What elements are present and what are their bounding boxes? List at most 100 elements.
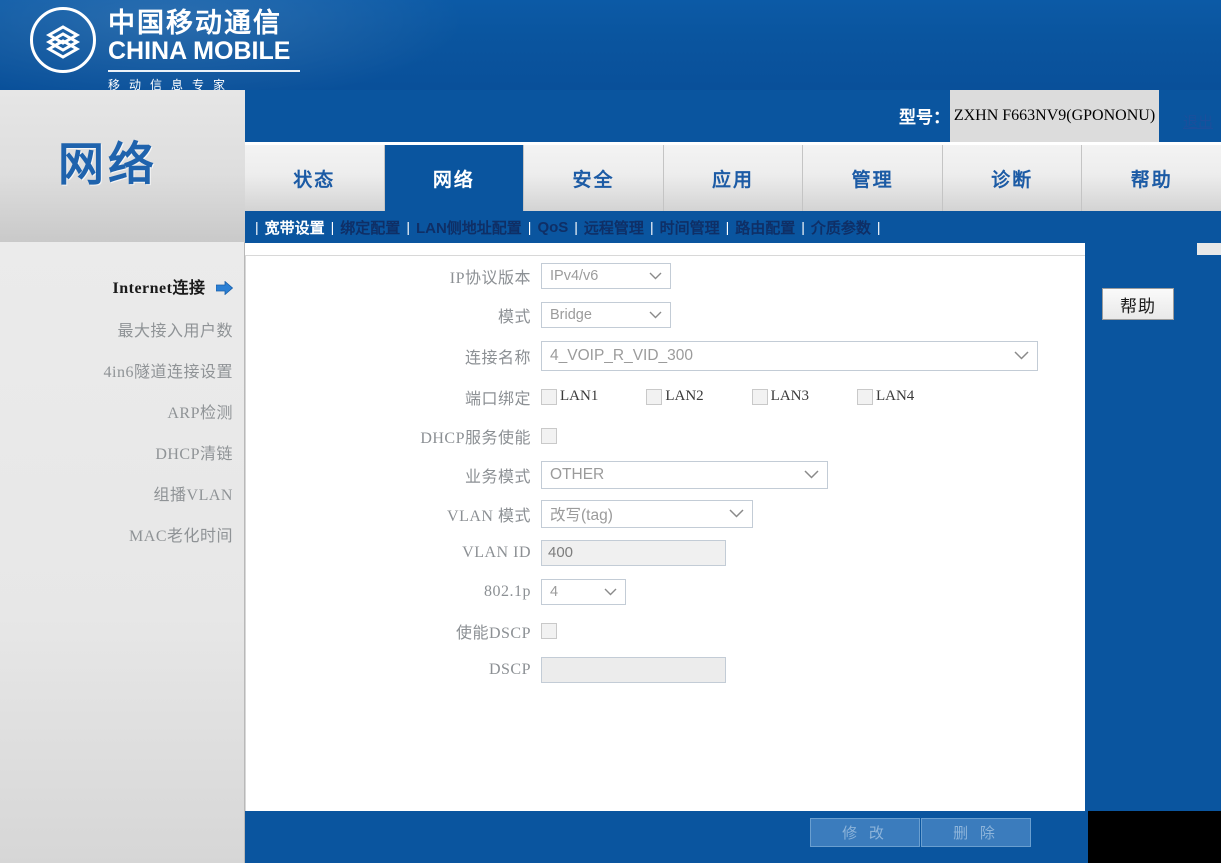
- tab-management[interactable]: 管理: [803, 145, 943, 211]
- sidebar-list: Internet连接 最大接入用户数 4in6隧道连接设置 ARP检测 DHCP…: [0, 274, 245, 563]
- chevron-down-icon: [649, 268, 662, 284]
- subnav-separator: |: [331, 219, 335, 235]
- lan2-checkbox[interactable]: [646, 389, 662, 405]
- vlan-mode-value: 改写(tag): [550, 503, 613, 525]
- form-row-mode: 模式 Bridge: [246, 295, 1086, 334]
- subnav-separator: |: [877, 219, 881, 235]
- sidebar-item-dhcp-clear[interactable]: DHCP清链: [0, 440, 233, 464]
- sidebar-item-arp-detection[interactable]: ARP检测: [0, 399, 233, 423]
- brand-logo: 中国移动通信 CHINA MOBILE 移动信息专家: [30, 5, 300, 90]
- right-blue-edge: [1197, 255, 1221, 811]
- port-binding-lan2[interactable]: LAN2: [646, 388, 703, 405]
- tab-security[interactable]: 安全: [524, 145, 664, 211]
- model-value-box: ZXHN F663NV9(GPONONU): [950, 90, 1159, 142]
- sidebar-item-label: MAC老化时间: [129, 528, 233, 545]
- page-title: 网络: [58, 128, 158, 194]
- arrow-right-icon: [216, 281, 233, 300]
- vlan-mode-label: VLAN 模式: [246, 502, 541, 526]
- dot1p-value: 4: [550, 584, 558, 600]
- sidebar-item-internet-connection[interactable]: Internet连接: [0, 274, 233, 300]
- tab-application[interactable]: 应用: [664, 145, 804, 211]
- subnav-separator: |: [801, 219, 805, 235]
- chevron-down-icon: [729, 505, 744, 523]
- port-binding-lan4[interactable]: LAN4: [857, 388, 914, 405]
- modify-button[interactable]: 修 改: [810, 818, 920, 847]
- tab-status[interactable]: 状态: [245, 145, 385, 211]
- lan1-checkbox[interactable]: [541, 389, 557, 405]
- section-title-panel: 网络: [0, 90, 245, 242]
- service-mode-select[interactable]: OTHER: [541, 461, 828, 489]
- right-blue-column: [1085, 243, 1197, 811]
- lan4-checkbox[interactable]: [857, 389, 873, 405]
- lan3-checkbox[interactable]: [752, 389, 768, 405]
- chevron-down-icon: [1014, 347, 1029, 365]
- subnav-item-media-params[interactable]: 介质参数: [811, 217, 871, 238]
- model-bar: 型号： ZXHN F663NV9(GPONONU): [245, 90, 1221, 142]
- port-binding-lan3[interactable]: LAN3: [752, 388, 809, 405]
- connection-form: IP协议版本 IPv4/v6 模式 Bridge: [246, 256, 1086, 689]
- dhcp-service-checkbox[interactable]: [541, 428, 557, 444]
- port-binding-label: 端口绑定: [246, 385, 541, 409]
- form-row-dot1p: 802.1p 4: [246, 572, 1086, 611]
- form-row-vlan-id: VLAN ID: [246, 533, 1086, 572]
- enable-dscp-label: 使能DSCP: [246, 619, 541, 643]
- lan2-label: LAN2: [665, 388, 703, 405]
- sidebar-item-label: Internet连接: [113, 280, 206, 297]
- vlan-id-input[interactable]: [541, 540, 726, 566]
- sidebar-item-label: DHCP清链: [155, 446, 233, 463]
- sidebar-item-label: ARP检测: [167, 405, 233, 422]
- dot1p-label: 802.1p: [246, 583, 541, 601]
- ip-version-value: IPv4/v6: [550, 268, 598, 284]
- subnav-item-qos[interactable]: QoS: [537, 219, 568, 236]
- subnav-item-binding-config[interactable]: 绑定配置: [340, 217, 400, 238]
- form-row-port-binding: 端口绑定 LAN1 LAN2 LAN3: [246, 377, 1086, 416]
- sidebar-item-mac-aging-time[interactable]: MAC老化时间: [0, 522, 233, 546]
- vlan-mode-select[interactable]: 改写(tag): [541, 500, 753, 528]
- chevron-down-icon: [604, 584, 617, 600]
- subnav-separator: |: [650, 219, 654, 235]
- delete-button[interactable]: 删 除: [921, 818, 1031, 847]
- china-mobile-logo-icon: [30, 7, 96, 73]
- subnav-item-lan-address-config[interactable]: LAN侧地址配置: [416, 217, 522, 238]
- subnav-separator: |: [726, 219, 730, 235]
- help-button[interactable]: 帮助: [1102, 288, 1174, 320]
- enable-dscp-checkbox[interactable]: [541, 623, 557, 639]
- brand-divider: [108, 70, 300, 72]
- footer-bar: [245, 811, 1197, 863]
- port-binding-lan1[interactable]: LAN1: [541, 388, 598, 405]
- right-light-band: [1197, 243, 1221, 255]
- connection-name-select[interactable]: 4_VOIP_R_VID_300: [541, 341, 1038, 371]
- form-row-vlan-mode: VLAN 模式 改写(tag): [246, 494, 1086, 533]
- lan4-label: LAN4: [876, 388, 914, 405]
- brand-slogan: 移动信息专家: [108, 76, 300, 90]
- content-panel: IP协议版本 IPv4/v6 模式 Bridge: [245, 255, 1085, 811]
- subnav-right-filler: [1197, 211, 1221, 243]
- sub-navigation: | 宽带设置 | 绑定配置 | LAN侧地址配置 | QoS | 远程管理 | …: [245, 211, 1221, 243]
- logout-link[interactable]: 退出: [1183, 111, 1213, 132]
- mode-select[interactable]: Bridge: [541, 302, 671, 328]
- form-row-enable-dscp: 使能DSCP: [246, 611, 1086, 650]
- tab-diagnostics[interactable]: 诊断: [943, 145, 1083, 211]
- subnav-item-time-management[interactable]: 时间管理: [660, 217, 720, 238]
- lan1-label: LAN1: [560, 388, 598, 405]
- subnav-item-broadband-settings[interactable]: 宽带设置: [265, 217, 325, 238]
- dscp-input[interactable]: [541, 657, 726, 683]
- mode-value: Bridge: [550, 307, 592, 323]
- dot1p-select[interactable]: 4: [541, 579, 626, 605]
- form-row-ip-version: IP协议版本 IPv4/v6: [246, 256, 1086, 295]
- dscp-label: DSCP: [246, 661, 541, 679]
- sidebar-item-max-users[interactable]: 最大接入用户数: [0, 317, 233, 341]
- subnav-item-remote-management[interactable]: 远程管理: [584, 217, 644, 238]
- port-binding-group: LAN1 LAN2 LAN3 LAN4: [541, 388, 914, 405]
- form-row-dscp: DSCP: [246, 650, 1086, 689]
- tab-help[interactable]: 帮助: [1082, 145, 1221, 211]
- lan3-label: LAN3: [771, 388, 809, 405]
- ip-version-select[interactable]: IPv4/v6: [541, 263, 671, 289]
- subnav-item-route-config[interactable]: 路由配置: [735, 217, 795, 238]
- tab-network[interactable]: 网络: [385, 145, 525, 211]
- vlan-id-label: VLAN ID: [246, 544, 541, 562]
- sidebar-item-4in6-tunnel[interactable]: 4in6隧道连接设置: [0, 358, 233, 382]
- service-mode-value: OTHER: [550, 466, 604, 484]
- footer-actions: 修 改 删 除: [810, 818, 1031, 847]
- sidebar-item-multicast-vlan[interactable]: 组播VLAN: [0, 481, 233, 505]
